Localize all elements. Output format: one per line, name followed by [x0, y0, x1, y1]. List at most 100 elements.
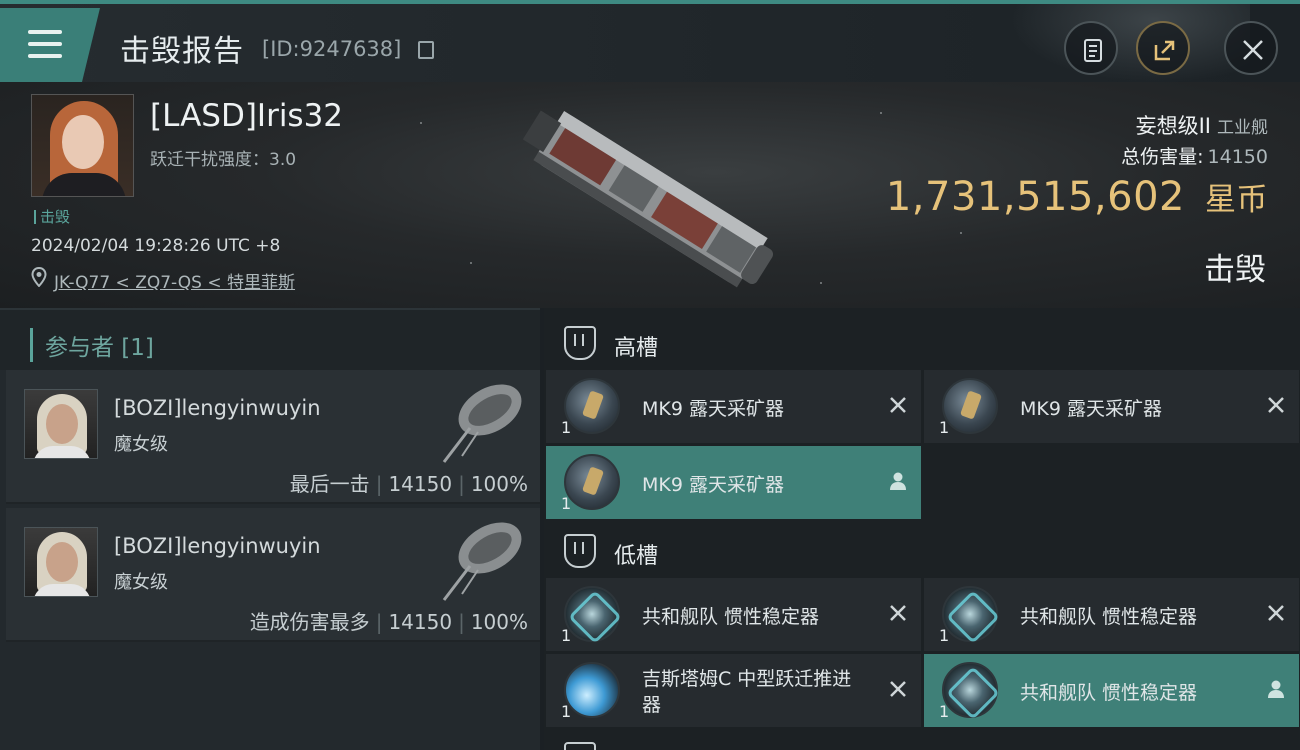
total-damage-value: 14150: [1207, 146, 1268, 168]
module-item[interactable]: 1 共和舰队 惯性稳定器: [924, 654, 1299, 727]
module-item[interactable]: 1 MK9 露天采矿器: [546, 446, 921, 519]
afterburner-icon: [564, 662, 620, 718]
avatar-face: [62, 115, 104, 169]
x-icon: [1268, 605, 1284, 621]
report-id: [ID:9247638]: [262, 37, 402, 61]
participants-header: 参与者 [1]: [0, 308, 540, 370]
isk-value: 1,731,515,602 星币: [886, 174, 1268, 220]
close-icon: [1243, 40, 1263, 60]
inertial-stabilizer-icon: [564, 586, 620, 642]
x-icon: [890, 605, 906, 621]
share-icon: [1154, 40, 1175, 61]
strip-miner-icon: [564, 454, 620, 510]
warp-disruption-strength: 跃迁干扰强度：3.0: [150, 150, 297, 170]
separator: |: [458, 610, 465, 634]
attacker-tag: 最后一击: [289, 472, 370, 496]
next-slot-header: [544, 732, 1300, 750]
module-quantity: 1: [561, 418, 572, 437]
module-quantity: 1: [939, 418, 950, 437]
close-button[interactable]: [1224, 21, 1278, 75]
inertial-stabilizer-icon: [942, 662, 998, 718]
attacker-name[interactable]: [BOZI]lengyinwuyin: [114, 396, 321, 420]
star: [820, 282, 822, 284]
module-item[interactable]: 1 共和舰队 惯性稳定器: [924, 578, 1299, 651]
participants-panel: 参与者 [1] [BOZI]lengyinwuyin 魔女级 最后一击 | 1415…: [0, 308, 540, 750]
copy-icon[interactable]: [418, 41, 434, 59]
slot-shield-icon: [564, 534, 596, 568]
high-slot-label: 高槽: [614, 336, 659, 361]
module-item[interactable]: 1 MK9 露天采矿器: [546, 370, 921, 443]
strip-miner-icon: [942, 378, 998, 434]
module-quantity: 1: [939, 702, 950, 721]
menu-button[interactable]: [0, 8, 100, 82]
module-name: MK9 露天采矿器: [642, 474, 784, 496]
victim-ship-image[interactable]: [510, 100, 790, 300]
attacker-ship-image: [442, 522, 522, 601]
attacker-percent: 100%: [470, 472, 528, 496]
ship-class: 工业舰: [1217, 118, 1268, 138]
slot-shield-icon: [564, 742, 596, 750]
x-icon: [1268, 397, 1284, 413]
clipboard-button[interactable]: [1064, 21, 1118, 75]
destroyed-tag: 击毁: [34, 206, 70, 227]
attacker-ship: 魔女级: [114, 434, 168, 455]
module-item[interactable]: 1 MK9 露天采矿器: [924, 370, 1299, 443]
top-bar: 击毁报告 [ID:9247638]: [0, 0, 1300, 84]
ship-type: 妄想级II: [1135, 114, 1211, 138]
attacker-row[interactable]: [BOZI]lengyinwuyin 魔女级 最后一击 | 14150 | 100%: [6, 370, 540, 504]
share-button[interactable]: [1136, 21, 1190, 75]
kill-location-link[interactable]: JK-Q77 < ZQ7-QS < 特里菲斯: [54, 268, 295, 293]
x-icon: [890, 681, 906, 697]
fitting-panel: 高槽 1 MK9 露天采矿器 1 MK9 露天采矿器 1 MK9 露天采矿器 低…: [544, 308, 1300, 750]
module-name: 共和舰队 惯性稳定器: [1020, 682, 1198, 704]
avatar-face: [46, 404, 78, 444]
module-name: 共和舰队 惯性稳定器: [642, 606, 820, 628]
victim-panel: [LASD]Iris32 跃迁干扰强度：3.0 击毁 2024/02/04 19…: [0, 82, 1300, 308]
strip-miner-icon: [564, 378, 620, 434]
menu-icon-bar: [28, 54, 62, 58]
separator: |: [375, 610, 383, 634]
menu-icon-bar: [28, 42, 62, 46]
module-quantity: 1: [939, 626, 950, 645]
attacker-tag: 造成伤害最多: [249, 610, 370, 634]
module-quantity: 1: [561, 626, 572, 645]
module-quantity: 1: [561, 494, 572, 513]
person-icon: [1268, 680, 1284, 698]
low-slot-label: 低槽: [614, 544, 659, 569]
attacker-avatar[interactable]: [24, 527, 98, 597]
module-name: 吉斯塔姆C 中型跃迁推进器: [642, 668, 852, 716]
person-icon: [890, 472, 906, 490]
ship-name: 妄想级II 工业舰: [1136, 110, 1268, 140]
attacker-avatar[interactable]: [24, 389, 98, 459]
high-slot-header: 高槽: [544, 312, 1300, 372]
module-quantity: 1: [561, 702, 572, 721]
star: [420, 122, 422, 124]
menu-icon: [28, 30, 62, 34]
avatar-face: [46, 542, 78, 582]
total-damage-label: 总伤害量:: [1121, 146, 1204, 168]
isk-amount: 1,731,515,602: [885, 174, 1185, 220]
attacker-row[interactable]: [BOZI]lengyinwuyin 魔女级 造成伤害最多 | 14150 | 100%: [6, 508, 540, 642]
kill-datetime: 2024/02/04 19:28:26 UTC +8: [31, 236, 281, 256]
kill-status: 击毁: [1204, 252, 1266, 288]
attacker-name[interactable]: [BOZI]lengyinwuyin: [114, 534, 321, 558]
isk-unit: 星币: [1205, 182, 1268, 218]
module-item[interactable]: 1 吉斯塔姆C 中型跃迁推进器: [546, 654, 921, 727]
attacker-percent: 100%: [470, 610, 528, 634]
victim-name[interactable]: [LASD]Iris32: [150, 98, 343, 134]
attacker-damage: 14150: [388, 610, 453, 634]
total-damage: 总伤害量: 14150: [1121, 142, 1268, 169]
low-slot-header: 低槽: [544, 520, 1300, 580]
module-item[interactable]: 1 共和舰队 惯性稳定器: [546, 578, 921, 651]
attacker-stats: 最后一击 | 14150 | 100%: [290, 468, 528, 497]
attacker-ship: 魔女级: [114, 572, 168, 593]
page-title: 击毁报告: [120, 34, 244, 69]
module-name: 共和舰队 惯性稳定器: [1020, 606, 1198, 628]
star: [470, 262, 472, 264]
module-name: MK9 露天采矿器: [642, 398, 784, 420]
star: [960, 232, 962, 234]
victim-avatar[interactable]: [31, 94, 134, 197]
inertial-stabilizer-icon: [942, 586, 998, 642]
separator: |: [375, 472, 383, 496]
location-pin-icon: [31, 267, 47, 287]
